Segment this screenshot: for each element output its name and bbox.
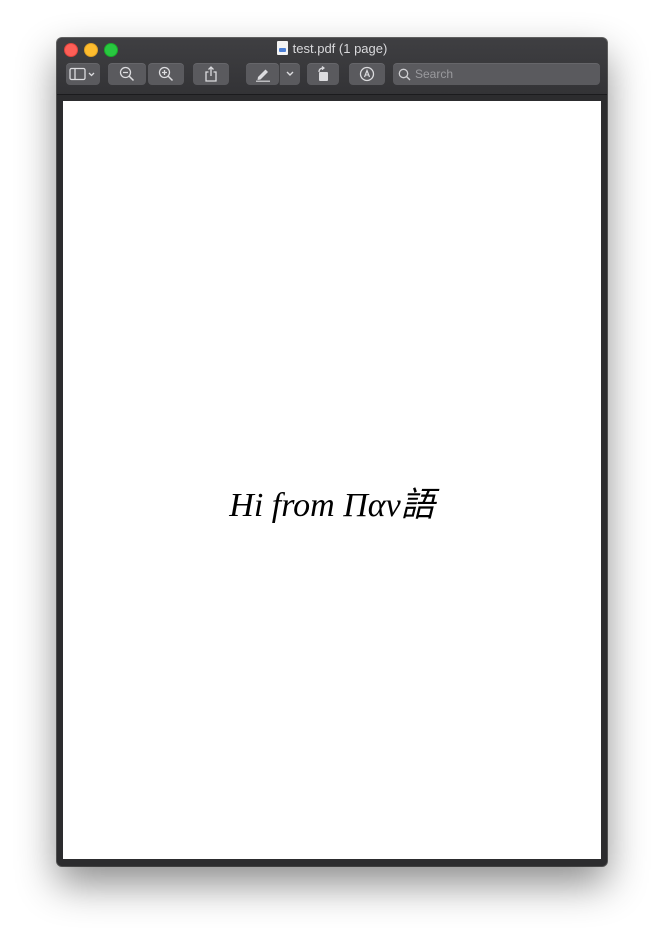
highlighter-icon [255,69,270,82]
window-title-text: test.pdf (1 page) [292,41,388,56]
zoom-in-icon [158,66,174,82]
sidebar-toggle-button[interactable] [66,63,100,85]
pdf-document-icon[interactable] [276,41,288,55]
document-viewer[interactable]: Hi from Παν語 [57,95,607,866]
share-button[interactable] [193,63,229,85]
pdf-page[interactable]: Hi from Παν語 [63,101,601,859]
markup-pen-icon [359,66,375,82]
zoom-out-button[interactable] [108,63,146,85]
sidebar-icon [69,67,95,81]
title-bar[interactable]: test.pdf (1 page) [57,38,607,95]
zoom-out-icon [119,66,135,82]
page-text: Hi from Παν語 [229,487,435,524]
chevron-down-icon [286,71,294,76]
highlight-button[interactable] [246,63,279,85]
search-field[interactable] [393,63,600,85]
highlight-menu-button[interactable] [279,63,300,85]
preview-window: test.pdf (1 page) Search Hi from Παν語 [57,38,607,866]
window-title: test.pdf (1 page) [57,41,607,57]
search-icon [398,68,411,80]
search-input[interactable] [415,67,595,81]
rotate-left-icon [318,66,328,81]
share-icon [205,66,217,82]
rotate-button[interactable] [307,63,339,85]
zoom-in-button[interactable] [148,63,184,85]
markup-button[interactable] [349,63,385,85]
